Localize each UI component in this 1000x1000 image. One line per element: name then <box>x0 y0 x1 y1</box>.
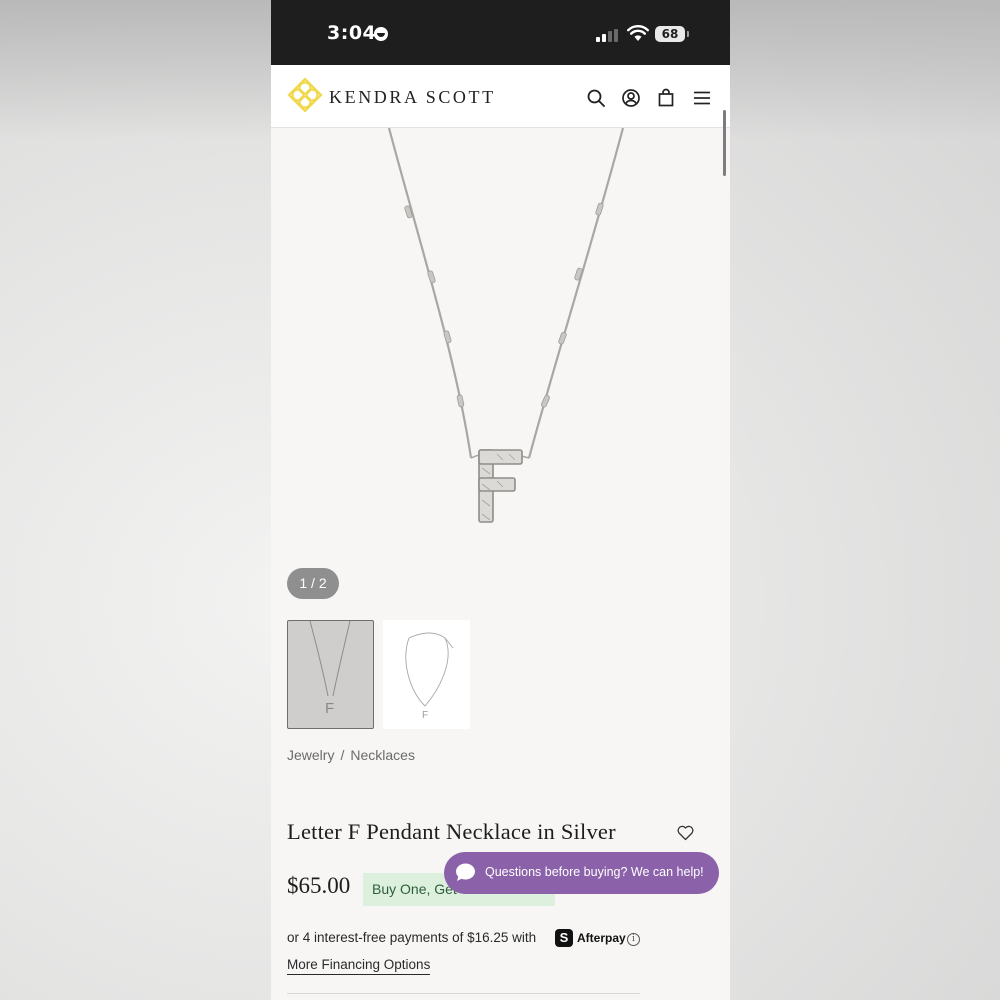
kendra-scott-logo-icon[interactable] <box>287 77 323 113</box>
breadcrumb: Jewelry / Necklaces <box>287 747 415 763</box>
battery-indicator: 68 <box>655 26 689 42</box>
breadcrumb-necklaces[interactable]: Necklaces <box>350 747 415 763</box>
cellular-signal-icon <box>596 29 620 42</box>
product-price: $65.00 <box>287 873 351 898</box>
wifi-icon <box>627 25 649 41</box>
phone-screen: 3:04 68 KENDRA SCOTT 1 / 2 F F Jewelry /… <box>271 0 730 1000</box>
status-time: 3:04 <box>327 22 377 44</box>
thumbnail-necklace-full[interactable]: F <box>383 620 470 729</box>
breadcrumb-jewelry[interactable]: Jewelry <box>287 747 334 763</box>
afterpay-logo: Afterpay <box>577 931 626 945</box>
info-icon[interactable]: i <box>627 933 640 946</box>
brand-name[interactable]: KENDRA SCOTT <box>329 87 496 108</box>
installment-text: or 4 interest-free payments of $16.25 wi… <box>287 930 537 945</box>
chat-help-button[interactable]: Questions before buying? We can help! <box>444 852 719 894</box>
chat-help-text: Questions before buying? We can help! <box>485 865 704 879</box>
product-title: Letter F Pendant Necklace in Silver <box>287 819 616 844</box>
product-main-image[interactable] <box>271 128 730 560</box>
shopping-bag-icon[interactable] <box>656 88 676 108</box>
focus-smiley-icon <box>374 27 388 41</box>
cash-app-icon: S <box>555 929 573 947</box>
thumbnail-image: F <box>309 620 351 717</box>
breadcrumb-separator: / <box>340 747 345 763</box>
menu-icon[interactable] <box>692 88 712 108</box>
heart-icon[interactable] <box>677 825 694 841</box>
svg-text:F: F <box>422 710 428 721</box>
status-bar: 3:04 68 <box>271 0 730 65</box>
more-financing-link[interactable]: More Financing Options <box>287 957 431 975</box>
chat-bubble-icon <box>456 863 475 881</box>
thumbnail-necklace-front[interactable]: F <box>287 620 374 729</box>
image-pager-badge: 1 / 2 <box>287 568 339 599</box>
account-icon[interactable] <box>621 88 641 108</box>
site-header: KENDRA SCOTT <box>271 65 730 128</box>
svg-text:F: F <box>325 700 334 717</box>
section-divider <box>287 993 640 994</box>
thumbnail-image: F <box>405 632 454 721</box>
scroll-indicator[interactable] <box>723 110 726 176</box>
search-icon[interactable] <box>586 88 606 108</box>
